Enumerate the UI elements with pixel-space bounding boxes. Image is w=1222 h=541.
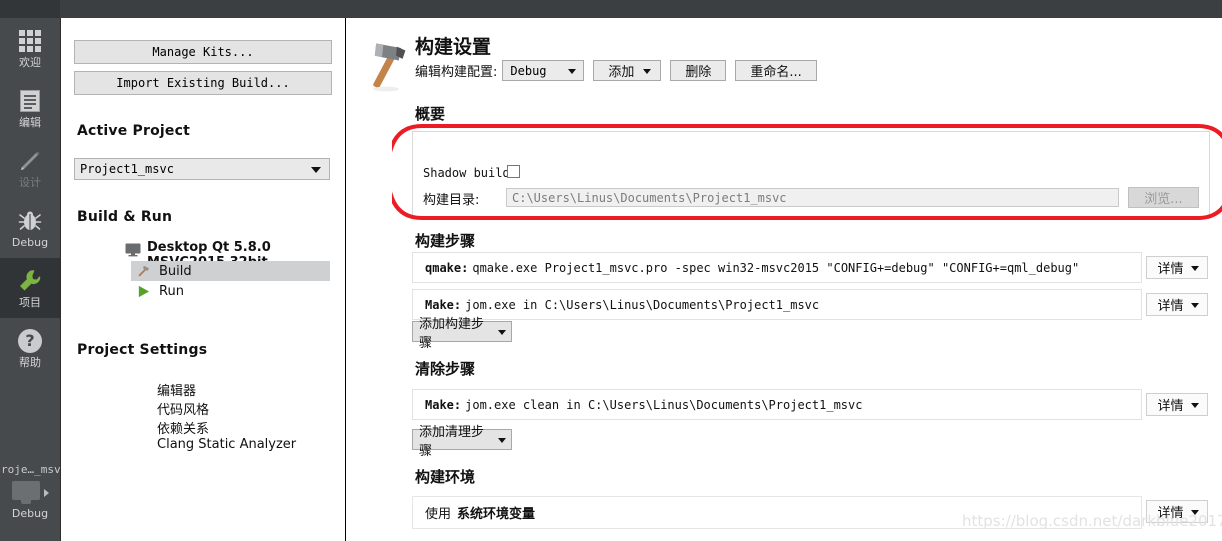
mode-label-projects: 项目 (19, 295, 41, 309)
build-configuration-combobox[interactable]: Debug (502, 60, 585, 81)
wrench-icon (17, 268, 43, 294)
build-step-qmake-details-button[interactable]: 详情 (1146, 256, 1208, 279)
build-step-make-details-button[interactable]: 详情 (1146, 293, 1208, 316)
rename-configuration-button[interactable]: 重命名... (735, 60, 817, 81)
title-bar-left-segment (0, 0, 60, 18)
qt-creator-window: 欢迎 编辑 设计 Debug 项目 ? 帮助 roje…_msvc Debug … (0, 0, 1222, 541)
chevron-down-icon (568, 69, 577, 74)
mode-button-design[interactable]: 设计 (0, 138, 60, 198)
mode-label-help: 帮助 (19, 355, 41, 369)
build-run-heading: Build & Run (77, 209, 173, 225)
mode-button-edit[interactable]: 编辑 (0, 78, 60, 138)
build-step-qmake-name: qmake: (425, 260, 469, 275)
chevron-down-icon (1191, 266, 1199, 271)
document-icon (20, 88, 40, 114)
build-settings-pane: 构建设置 编辑构建配置: Debug 添加 删除 重命名... 概要 Shado… (346, 18, 1222, 541)
details-label: 详情 (1157, 262, 1184, 277)
clean-step-make-command: jom.exe clean in C:\Users\Linus\Document… (465, 397, 863, 412)
mode-button-welcome[interactable]: 欢迎 (0, 18, 60, 78)
chevron-down-icon (1191, 303, 1199, 308)
project-settings-item-editor[interactable]: 编辑器 (157, 380, 196, 399)
page-title: 构建设置 (415, 36, 492, 58)
tree-item-run-label: Run (159, 283, 184, 299)
project-settings-item-dependencies[interactable]: 依赖关系 (157, 418, 209, 437)
build-step-make-command: jom.exe in C:\Users\Linus\Documents\Proj… (465, 297, 820, 312)
shadow-build-label: Shadow build: (423, 166, 517, 180)
build-step-qmake-command: qmake.exe Project1_msvc.pro -spec win32-… (472, 260, 1080, 275)
chevron-down-icon (643, 69, 652, 74)
summary-heading: 概要 (415, 105, 446, 123)
tree-item-run[interactable]: Run (131, 281, 330, 301)
question-mark-icon: ? (18, 328, 42, 354)
build-configuration-value: Debug (510, 63, 547, 78)
chevron-down-icon (498, 330, 506, 335)
kit-build-config-label: Debug (11, 507, 49, 520)
watermark: https://blog.csdn.net/darkblue2017 (962, 512, 1222, 530)
build-directory-input[interactable]: C:\Users\Linus\Documents\Project1_msvc (506, 188, 1119, 207)
browse-button[interactable]: 浏览... (1128, 187, 1199, 208)
add-clean-step-label: 添加清理步骤 (419, 424, 485, 459)
hammer-icon (359, 34, 417, 92)
play-icon (134, 285, 152, 298)
add-configuration-button[interactable]: 添加 (593, 60, 662, 81)
details-label: 详情 (1157, 299, 1184, 314)
build-steps-heading: 构建步骤 (415, 232, 476, 250)
mode-button-projects[interactable]: 项目 (0, 258, 60, 318)
clean-step-make-details-button[interactable]: 详情 (1146, 393, 1208, 416)
title-bar (0, 0, 1222, 18)
chevron-down-icon (498, 438, 506, 443)
active-project-truncated-label: roje…_msvc (1, 463, 68, 476)
project-settings-item-code-style[interactable]: 代码风格 (157, 399, 209, 418)
desktop-kit-icon (125, 243, 141, 257)
build-step-qmake-row[interactable]: qmake: qmake.exe Project1_msvc.pro -spec… (412, 252, 1142, 283)
mode-selector-bar: 欢迎 编辑 设计 Debug 项目 ? 帮助 roje…_msvc Debug (0, 18, 68, 541)
build-step-make-row[interactable]: Make: jom.exe in C:\Users\Linus\Document… (412, 289, 1142, 320)
bug-icon (18, 208, 42, 234)
mode-button-help[interactable]: ? 帮助 (0, 318, 60, 378)
build-environment-heading: 构建环境 (415, 468, 476, 486)
mode-label-edit: 编辑 (19, 115, 41, 129)
hammer-icon (134, 264, 152, 278)
build-directory-label: 构建目录: (423, 193, 480, 208)
import-existing-build-button[interactable]: Import Existing Build... (74, 71, 332, 95)
kit-selector-button[interactable] (0, 481, 60, 505)
clean-step-make-name: Make: (425, 397, 462, 412)
edit-build-configuration-label: 编辑构建配置: (415, 65, 498, 80)
add-build-step-label: 添加构建步骤 (419, 316, 485, 351)
desktop-monitor-icon (11, 481, 40, 505)
details-label: 详情 (1157, 399, 1184, 414)
grid-icon (19, 28, 41, 54)
add-configuration-label: 添加 (608, 65, 635, 80)
chevron-down-icon (1191, 403, 1199, 408)
mode-label-welcome: 欢迎 (19, 55, 41, 69)
clean-steps-heading: 清除步骤 (415, 360, 476, 378)
pencil-icon (18, 148, 42, 174)
manage-kits-button[interactable]: Manage Kits... (74, 40, 332, 64)
build-step-make-name: Make: (425, 297, 462, 312)
mode-label-debug: Debug (11, 235, 49, 249)
clean-step-make-row[interactable]: Make: jom.exe clean in C:\Users\Linus\Do… (412, 389, 1142, 420)
active-project-combobox-value: Project1_msvc (80, 162, 174, 176)
projects-tree-pane: Manage Kits... Import Existing Build... … (61, 18, 346, 541)
add-build-step-button[interactable]: 添加构建步骤 (412, 317, 512, 351)
tree-item-build-label: Build (159, 263, 192, 279)
edit-build-configuration-row: 编辑构建配置: Debug 添加 删除 重命名... (415, 60, 817, 81)
chevron-down-icon (311, 167, 321, 173)
mode-label-design: 设计 (19, 175, 41, 189)
mode-button-debug[interactable]: Debug (0, 198, 60, 258)
tree-item-build[interactable]: Build (131, 261, 330, 281)
chevron-right-icon (43, 489, 49, 497)
active-project-combobox[interactable]: Project1_msvc (74, 158, 330, 180)
shadow-build-checkbox[interactable] (507, 165, 520, 178)
delete-configuration-button[interactable]: 删除 (670, 60, 727, 81)
add-clean-step-button[interactable]: 添加清理步骤 (412, 425, 512, 459)
run-control-panel: roje…_msvc Debug (0, 463, 68, 541)
project-settings-heading: Project Settings (77, 342, 208, 358)
build-environment-use-label: 使用 (425, 507, 452, 522)
build-environment-value: 系统环境变量 (457, 507, 536, 522)
project-settings-item-clang-static-analyzer[interactable]: Clang Static Analyzer (157, 437, 296, 452)
active-project-heading: Active Project (77, 123, 190, 139)
